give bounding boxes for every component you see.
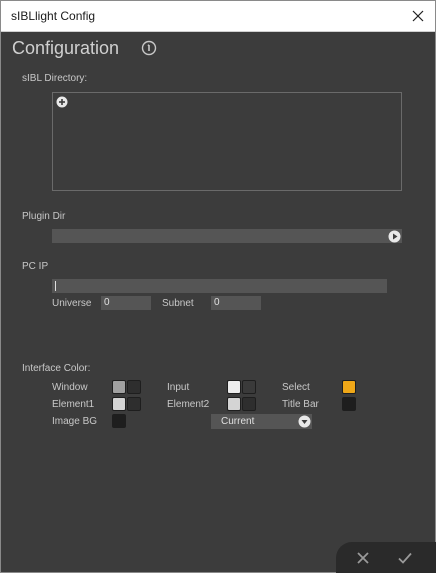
pc-ip-field[interactable]: [52, 279, 387, 293]
page-title: Configuration: [12, 38, 120, 58]
subnet-label: Subnet: [162, 298, 194, 309]
subnet-field[interactable]: 0: [211, 296, 261, 310]
play-circle-icon[interactable]: [388, 230, 401, 243]
window-color-label: Window: [52, 382, 88, 393]
input-color-label: Input: [167, 382, 190, 393]
select-color-label: Select: [282, 382, 310, 393]
dialog-footer: [336, 542, 436, 573]
input-color-swatch-primary[interactable]: [227, 380, 241, 394]
plus-circle-icon[interactable]: [56, 96, 68, 108]
chevron-down-circle-icon: [298, 415, 311, 428]
window-color-swatch-primary[interactable]: [112, 380, 126, 394]
sibl-directory-label: sIBL Directory:: [22, 73, 88, 84]
close-icon[interactable]: [407, 5, 429, 27]
config-window: sIBLlight Config Configuration sIBL Dire…: [0, 0, 436, 573]
pc-ip-label: PC IP: [22, 261, 49, 272]
window-color-swatch-secondary[interactable]: [127, 380, 141, 394]
element2-color-swatch-primary[interactable]: [227, 397, 241, 411]
imagebg-color-label: Image BG: [52, 416, 98, 427]
checkmark-icon[interactable]: [397, 550, 413, 566]
input-color-swatch-secondary[interactable]: [242, 380, 256, 394]
window-title: sIBLlight Config: [11, 9, 96, 23]
info-icon[interactable]: [141, 40, 157, 56]
element1-color-label: Element1: [52, 399, 95, 410]
plugin-dir-field[interactable]: [52, 229, 402, 243]
sibl-directory-list[interactable]: [52, 92, 402, 191]
select-color-swatch[interactable]: [342, 380, 356, 394]
plugin-dir-label: Plugin Dir: [22, 211, 66, 222]
text-caret: [55, 281, 56, 291]
x-icon[interactable]: [355, 550, 371, 566]
element2-color-swatch-secondary[interactable]: [242, 397, 256, 411]
element2-color-label: Element2: [167, 399, 210, 410]
title-bar: sIBLlight Config: [1, 1, 435, 32]
color-preset-dropdown[interactable]: Current: [211, 414, 312, 429]
titlebar-color-label: Title Bar: [282, 399, 319, 410]
element1-color-swatch-primary[interactable]: [112, 397, 126, 411]
color-preset-value: Current: [221, 416, 255, 427]
titlebar-color-swatch[interactable]: [342, 397, 356, 411]
element1-color-swatch-secondary[interactable]: [127, 397, 141, 411]
interface-color-label: Interface Color:: [22, 363, 91, 374]
universe-field[interactable]: 0: [101, 296, 151, 310]
imagebg-color-swatch[interactable]: [112, 414, 126, 428]
universe-label: Universe: [52, 298, 92, 309]
